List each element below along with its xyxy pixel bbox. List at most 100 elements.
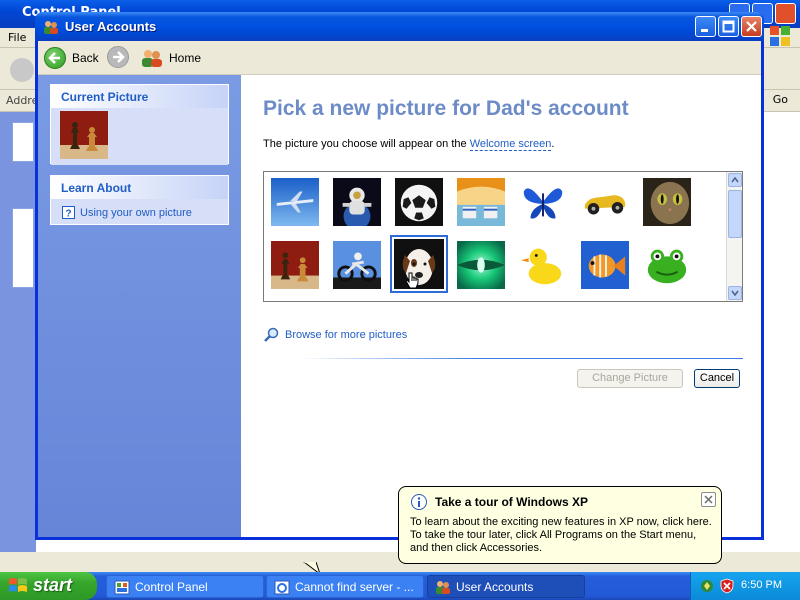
back-button[interactable]: Back xyxy=(44,46,99,70)
taskbar-item-browser[interactable]: Cannot find server - ... xyxy=(266,575,424,598)
left-task-pane: Current Picture Learn About ? Using your… xyxy=(38,75,241,537)
dirt-bike-image xyxy=(333,241,381,289)
learn-about-header: Learn About xyxy=(51,176,228,199)
svg-text:?: ? xyxy=(65,209,71,220)
page-description: The picture you choose will appear on th… xyxy=(263,138,555,151)
user-accounts-icon xyxy=(436,581,450,594)
description-end: . xyxy=(551,138,555,150)
chevron-up-icon xyxy=(731,176,739,183)
taskbar-item-user-accounts[interactable]: User Accounts xyxy=(427,575,585,598)
picture-soccer-ball[interactable] xyxy=(394,177,444,227)
hand-cursor-icon xyxy=(405,272,419,289)
taskbar-item-label: Control Panel xyxy=(135,580,208,594)
picture-dirt-bike[interactable] xyxy=(332,240,382,290)
taskbar-item-label: User Accounts xyxy=(456,580,534,594)
balloon-line: and then click Accessories. xyxy=(410,542,543,554)
start-button[interactable]: start xyxy=(0,572,97,600)
picture-beach-chairs[interactable] xyxy=(456,177,506,227)
clock[interactable]: 6:50 PM xyxy=(741,579,782,591)
security-shield-icon[interactable] xyxy=(719,578,735,594)
picture-frog[interactable] xyxy=(642,240,692,290)
background-side-panel xyxy=(12,122,34,162)
windows-logo-icon xyxy=(9,578,27,592)
balloon-close-button[interactable] xyxy=(701,492,716,507)
background-side-panel xyxy=(12,208,34,288)
welcome-screen-link[interactable]: Welcome screen xyxy=(469,138,552,151)
current-picture-box: Current Picture xyxy=(50,84,229,165)
back-arrow-icon xyxy=(44,47,66,69)
scroll-up-button[interactable] xyxy=(728,173,742,187)
window-title: User Accounts xyxy=(65,19,157,34)
picture-dog-selected[interactable] xyxy=(390,235,448,293)
using-own-picture-label: Using your own picture xyxy=(80,206,192,219)
minimize-button[interactable] xyxy=(695,16,716,37)
description-text: The picture you choose will appear on th… xyxy=(263,138,470,150)
user-accounts-window: User Accounts Back Home Current Picture … xyxy=(35,12,764,540)
picture-list[interactable] xyxy=(263,171,743,302)
astronaut-image xyxy=(333,178,381,226)
taskbar-item-control-panel[interactable]: Control Panel xyxy=(106,575,264,598)
balloon-title: Take a tour of Windows XP xyxy=(435,495,589,509)
learn-about-box: Learn About ? Using your own picture xyxy=(50,175,229,225)
page-title: Pick a new picture for Dad's account xyxy=(263,97,629,120)
airplane-image xyxy=(271,178,319,226)
system-tray: 6:50 PM xyxy=(690,572,800,600)
using-own-picture-link[interactable]: ? Using your own picture xyxy=(51,199,228,226)
internet-explorer-icon xyxy=(274,580,290,595)
picture-rubber-duck[interactable] xyxy=(518,240,568,290)
close-icon xyxy=(746,21,757,32)
browse-pictures-link[interactable]: Browse for more pictures xyxy=(263,327,407,343)
home-button[interactable]: Home xyxy=(141,48,201,68)
navigation-bar: Back Home xyxy=(38,41,761,75)
maximize-button[interactable] xyxy=(718,16,739,37)
scroll-thumb[interactable] xyxy=(728,190,742,238)
taskbar: start Control Panel Cannot find server -… xyxy=(0,572,800,600)
user-accounts-icon xyxy=(44,21,58,34)
picture-chess[interactable] xyxy=(270,240,320,290)
picture-fish[interactable] xyxy=(580,240,630,290)
cat-image xyxy=(643,178,691,226)
forward-arrow-icon[interactable] xyxy=(107,46,129,68)
picture-list-scrollbar[interactable] xyxy=(726,172,742,301)
current-picture-chess-image xyxy=(60,111,108,159)
rubber-duck-image xyxy=(519,241,567,289)
magnifier-icon xyxy=(264,327,279,342)
current-picture-header: Current Picture xyxy=(51,85,228,108)
balloon-body: To learn about the exciting new features… xyxy=(410,516,720,555)
green-abstract-image xyxy=(457,241,505,289)
users-home-icon xyxy=(142,50,162,67)
soccer-ball-image xyxy=(395,178,443,226)
fish-image xyxy=(581,241,629,289)
change-picture-button[interactable]: Change Picture xyxy=(577,369,683,388)
start-label: start xyxy=(33,575,73,595)
back-label: Back xyxy=(72,51,99,65)
background-back-icon[interactable] xyxy=(10,58,34,82)
picture-cat[interactable] xyxy=(642,177,692,227)
close-button[interactable] xyxy=(741,16,762,37)
scroll-down-button[interactable] xyxy=(728,286,742,300)
picture-astronaut[interactable] xyxy=(332,177,382,227)
picture-airplane[interactable] xyxy=(270,177,320,227)
frog-image xyxy=(643,241,691,289)
picture-green-abstract[interactable] xyxy=(456,240,506,290)
window-titlebar[interactable]: User Accounts xyxy=(35,12,764,41)
picture-butterfly[interactable] xyxy=(518,177,568,227)
butterfly-image xyxy=(519,178,567,226)
balloon-line: To learn about the exciting new features… xyxy=(410,516,712,528)
tour-tray-icon[interactable] xyxy=(699,578,715,594)
picture-race-car[interactable] xyxy=(580,177,630,227)
background-go-button[interactable]: Go xyxy=(773,93,788,106)
balloon-line: To take the tour later, click All Progra… xyxy=(410,529,697,541)
maximize-icon xyxy=(722,20,735,33)
race-car-image xyxy=(581,178,629,226)
cancel-button[interactable]: Cancel xyxy=(694,369,740,388)
browse-pictures-label: Browse for more pictures xyxy=(285,329,408,341)
tour-balloon[interactable]: Take a tour of Windows XP To learn about… xyxy=(398,486,722,564)
background-left-pane xyxy=(0,112,36,552)
info-icon xyxy=(411,494,427,510)
chevron-down-icon xyxy=(731,290,739,297)
chess-image xyxy=(271,241,319,289)
close-icon xyxy=(704,495,713,504)
main-content: Pick a new picture for Dad's account The… xyxy=(241,75,761,537)
home-label: Home xyxy=(169,51,202,65)
